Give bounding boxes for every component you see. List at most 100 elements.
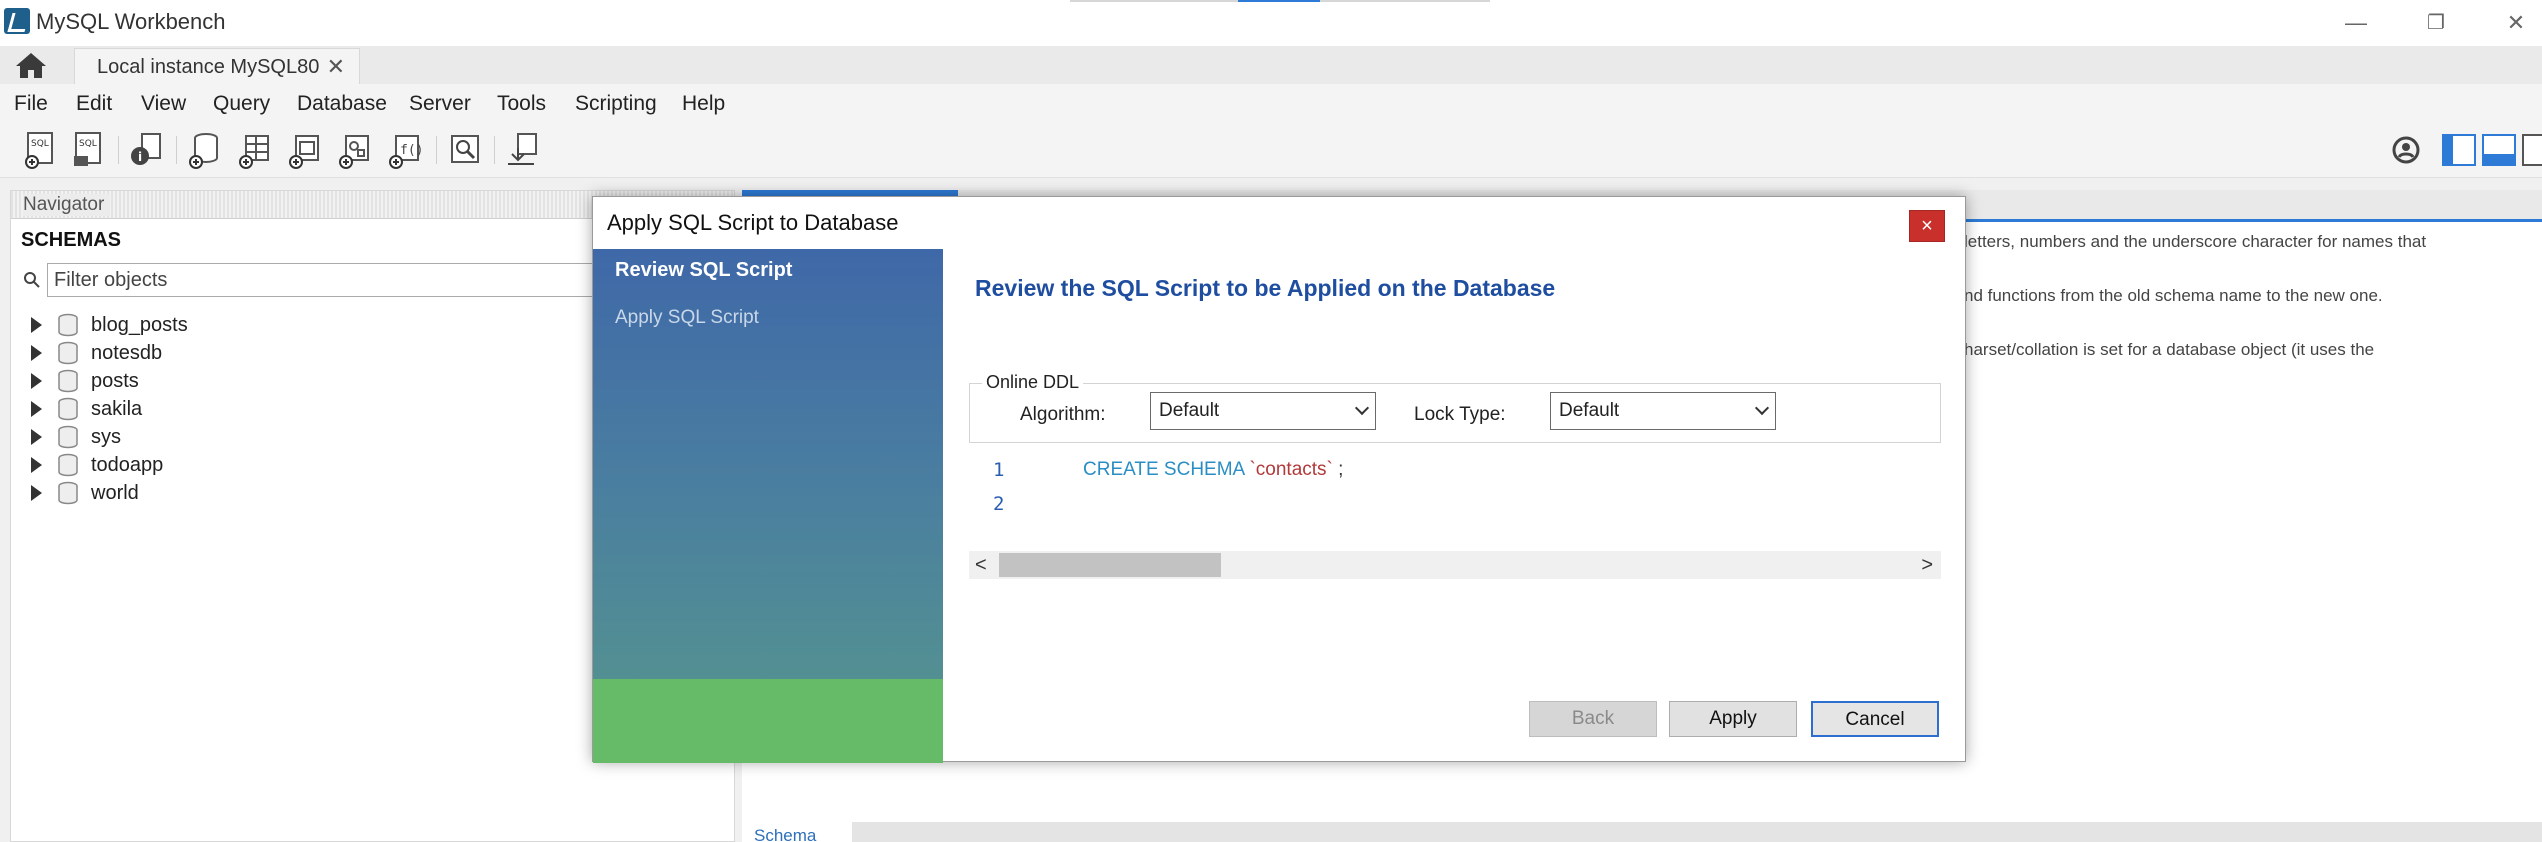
sql-script-editor[interactable]: 1 2 CREATE SCHEMA `contacts` ; < > bbox=[969, 451, 1941, 585]
schema-item-world[interactable]: world bbox=[21, 479, 521, 507]
create-schema-button[interactable] bbox=[186, 130, 224, 170]
app-title: MySQL Workbench bbox=[36, 9, 226, 34]
home-icon bbox=[16, 53, 46, 78]
menu-help[interactable]: Help bbox=[682, 92, 725, 116]
line-number: 2 bbox=[993, 493, 1005, 515]
home-button[interactable] bbox=[14, 50, 58, 80]
online-ddl-legend: Online DDL bbox=[982, 372, 1084, 393]
apply-sql-script-dialog: Apply SQL Script to Database × Review SQ… bbox=[592, 196, 1966, 763]
toolbar-separator bbox=[436, 136, 437, 164]
lock-type-value: Default bbox=[1559, 400, 1620, 421]
dialog-titlebar: Apply SQL Script to Database × bbox=[593, 197, 1965, 249]
sql-terminator: ; bbox=[1332, 459, 1344, 480]
cancel-button[interactable]: Cancel bbox=[1811, 701, 1939, 737]
create-procedure-icon bbox=[339, 135, 369, 169]
preferences-button[interactable] bbox=[2390, 134, 2422, 171]
create-view-icon bbox=[289, 135, 319, 169]
restore-button[interactable]: ❐ bbox=[2416, 10, 2456, 35]
toolbar-separator bbox=[494, 136, 495, 164]
schema-name: todoapp bbox=[91, 454, 164, 476]
expand-arrow-icon[interactable] bbox=[31, 429, 42, 445]
line-number: 1 bbox=[993, 459, 1005, 481]
expand-arrow-icon[interactable] bbox=[31, 485, 42, 501]
create-function-button[interactable]: f() bbox=[386, 130, 424, 170]
new-sql-tab-icon: SQL bbox=[25, 132, 53, 169]
filter-objects-input[interactable]: Filter objects bbox=[47, 263, 607, 297]
open-sql-script-button[interactable]: SQL bbox=[70, 130, 108, 170]
expand-arrow-icon[interactable] bbox=[31, 373, 42, 389]
expand-arrow-icon[interactable] bbox=[31, 401, 42, 417]
dialog-title: Apply SQL Script to Database bbox=[607, 210, 899, 235]
svg-text:SQL: SQL bbox=[31, 139, 49, 149]
menu-view[interactable]: View bbox=[141, 92, 186, 116]
navigator-title: Navigator bbox=[23, 194, 111, 216]
back-button[interactable]: Back bbox=[1529, 701, 1657, 737]
menu-scripting[interactable]: Scripting bbox=[575, 92, 657, 116]
schema-item-sys[interactable]: sys bbox=[21, 423, 521, 451]
toggle-secondary-sidebar-button[interactable] bbox=[2522, 134, 2542, 171]
close-window-button[interactable]: ✕ bbox=[2496, 10, 2536, 36]
menu-file[interactable]: File bbox=[14, 92, 48, 116]
horizontal-scrollbar[interactable]: < > bbox=[969, 551, 1941, 579]
toggle-output-button[interactable] bbox=[2482, 134, 2516, 171]
scrollbar-thumb[interactable] bbox=[999, 553, 1221, 577]
inspector-button[interactable]: i bbox=[128, 130, 166, 170]
output-layout-icon bbox=[2482, 134, 2516, 166]
schema-name: world bbox=[91, 482, 139, 504]
tab-close-icon[interactable]: ✕ bbox=[327, 54, 345, 80]
bottom-tab-strip bbox=[852, 822, 2542, 842]
schema-tab-link[interactable]: Schema bbox=[754, 826, 816, 842]
expand-arrow-icon[interactable] bbox=[31, 457, 42, 473]
database-icon bbox=[58, 453, 78, 477]
lock-type-select[interactable]: Default bbox=[1550, 392, 1776, 430]
schema-name: sys bbox=[91, 426, 121, 448]
apply-button[interactable]: Apply bbox=[1669, 701, 1797, 737]
scroll-left-icon[interactable]: < bbox=[975, 554, 987, 577]
schema-item-blog-posts[interactable]: blog_posts bbox=[21, 311, 521, 339]
dialog-heading: Review the SQL Script to be Applied on t… bbox=[975, 275, 1556, 301]
reconnect-button[interactable] bbox=[504, 130, 542, 170]
filter-placeholder: Filter objects bbox=[54, 269, 168, 291]
schema-name: posts bbox=[91, 370, 139, 392]
database-icon bbox=[58, 481, 78, 505]
top-strip bbox=[1070, 0, 1240, 2]
schema-item-notesdb[interactable]: notesdb bbox=[21, 339, 521, 367]
menu-server[interactable]: Server bbox=[409, 92, 471, 116]
top-strip bbox=[1320, 0, 1490, 2]
new-sql-tab-button[interactable]: SQL bbox=[22, 130, 60, 170]
expand-arrow-icon[interactable] bbox=[31, 345, 42, 361]
sql-identifier: `contacts` bbox=[1249, 459, 1333, 480]
tab-local-instance[interactable]: Local instance MySQL80 ✕ bbox=[74, 48, 360, 84]
create-table-icon bbox=[239, 135, 269, 169]
menu-query[interactable]: Query bbox=[213, 92, 270, 116]
chevron-down-icon bbox=[1354, 400, 1370, 416]
database-icon bbox=[58, 369, 78, 393]
menu-database[interactable]: Database bbox=[297, 92, 387, 116]
open-sql-script-icon: SQL bbox=[74, 132, 101, 166]
schema-item-sakila[interactable]: sakila bbox=[21, 395, 521, 423]
create-procedure-button[interactable] bbox=[336, 130, 374, 170]
search-table-data-button[interactable] bbox=[446, 130, 484, 170]
reconnect-icon bbox=[508, 133, 537, 165]
menu-tools[interactable]: Tools bbox=[497, 92, 546, 116]
minimize-button[interactable]: — bbox=[2336, 10, 2376, 36]
search-icon bbox=[24, 272, 40, 288]
algorithm-select[interactable]: Default bbox=[1150, 392, 1376, 430]
expand-arrow-icon[interactable] bbox=[31, 317, 42, 333]
database-icon bbox=[58, 313, 78, 337]
online-ddl-group: Online DDL Algorithm: Default Lock Type:… bbox=[969, 372, 1941, 443]
step-apply-sql-script: Apply SQL Script bbox=[615, 307, 759, 328]
scroll-right-icon[interactable]: > bbox=[1921, 554, 1933, 577]
menu-edit[interactable]: Edit bbox=[76, 92, 112, 116]
create-table-button[interactable] bbox=[236, 130, 274, 170]
mysql-workbench-logo-icon bbox=[4, 8, 30, 34]
create-function-icon: f() bbox=[389, 135, 423, 169]
schema-item-todoapp[interactable]: todoapp bbox=[21, 451, 521, 479]
tab-label: Local instance MySQL80 bbox=[97, 56, 320, 78]
dialog-close-button[interactable]: × bbox=[1909, 210, 1945, 242]
create-view-button[interactable] bbox=[286, 130, 324, 170]
toggle-sidebar-button[interactable] bbox=[2442, 134, 2476, 171]
schema-item-posts[interactable]: posts bbox=[21, 367, 521, 395]
help-text-line: nd functions from the old schema name to… bbox=[1964, 286, 2383, 305]
wizard-steps-sidebar: Review SQL Script Apply SQL Script bbox=[593, 249, 943, 763]
